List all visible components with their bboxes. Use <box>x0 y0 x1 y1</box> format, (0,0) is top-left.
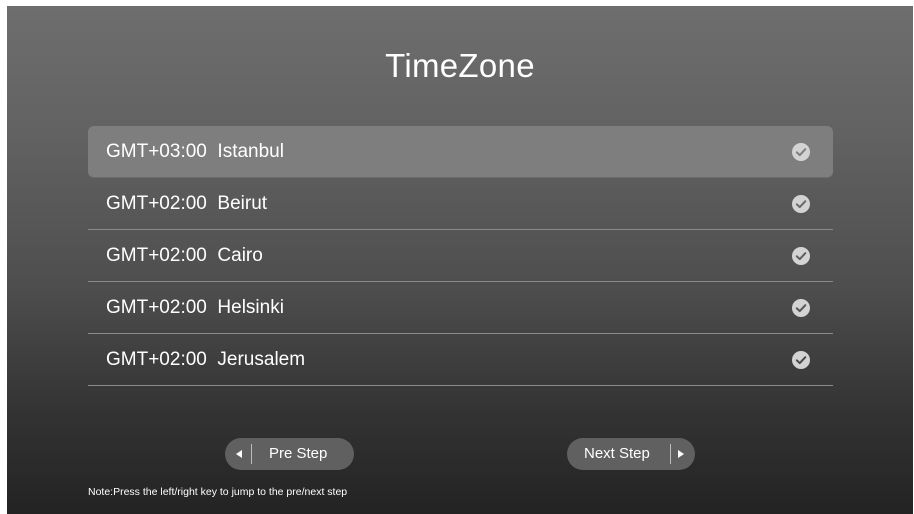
check-circle-icon <box>792 142 810 161</box>
check-circle-icon <box>792 298 810 317</box>
pre-step-button[interactable]: Pre Step <box>225 438 354 470</box>
timezone-item-istanbul[interactable]: GMT+03:00 Istanbul <box>88 126 833 178</box>
button-divider <box>251 444 252 464</box>
triangle-left-icon <box>229 438 249 470</box>
timezone-label: GMT+02:00 Jerusalem <box>106 348 306 370</box>
timezone-label: GMT+02:00 Cairo <box>106 244 263 266</box>
timezone-list: GMT+03:00 Istanbul GMT+02:00 Beirut GMT+… <box>88 126 833 386</box>
timezone-item-jerusalem[interactable]: GMT+02:00 Jerusalem <box>88 334 833 386</box>
triangle-right-icon <box>671 438 691 470</box>
check-circle-icon <box>792 194 810 213</box>
timezone-item-helsinki[interactable]: GMT+02:00 Helsinki <box>88 282 833 334</box>
timezone-item-beirut[interactable]: GMT+02:00 Beirut <box>88 178 833 230</box>
timezone-label: GMT+03:00 Istanbul <box>106 140 284 162</box>
next-step-button[interactable]: Next Step <box>567 438 695 470</box>
timezone-label: GMT+02:00 Helsinki <box>106 296 284 318</box>
check-circle-icon <box>792 350 810 369</box>
timezone-label: GMT+02:00 Beirut <box>106 192 268 214</box>
setup-screen: TimeZone GMT+03:00 Istanbul GMT+02:00 Be… <box>7 6 913 514</box>
navigation-note: Note:Press the left/right key to jump to… <box>88 486 348 498</box>
check-circle-icon <box>792 246 810 265</box>
page-title: TimeZone <box>385 47 535 84</box>
timezone-item-cairo[interactable]: GMT+02:00 Cairo <box>88 230 833 282</box>
next-step-label: Next Step <box>584 445 650 462</box>
pre-step-label: Pre Step <box>269 445 328 462</box>
